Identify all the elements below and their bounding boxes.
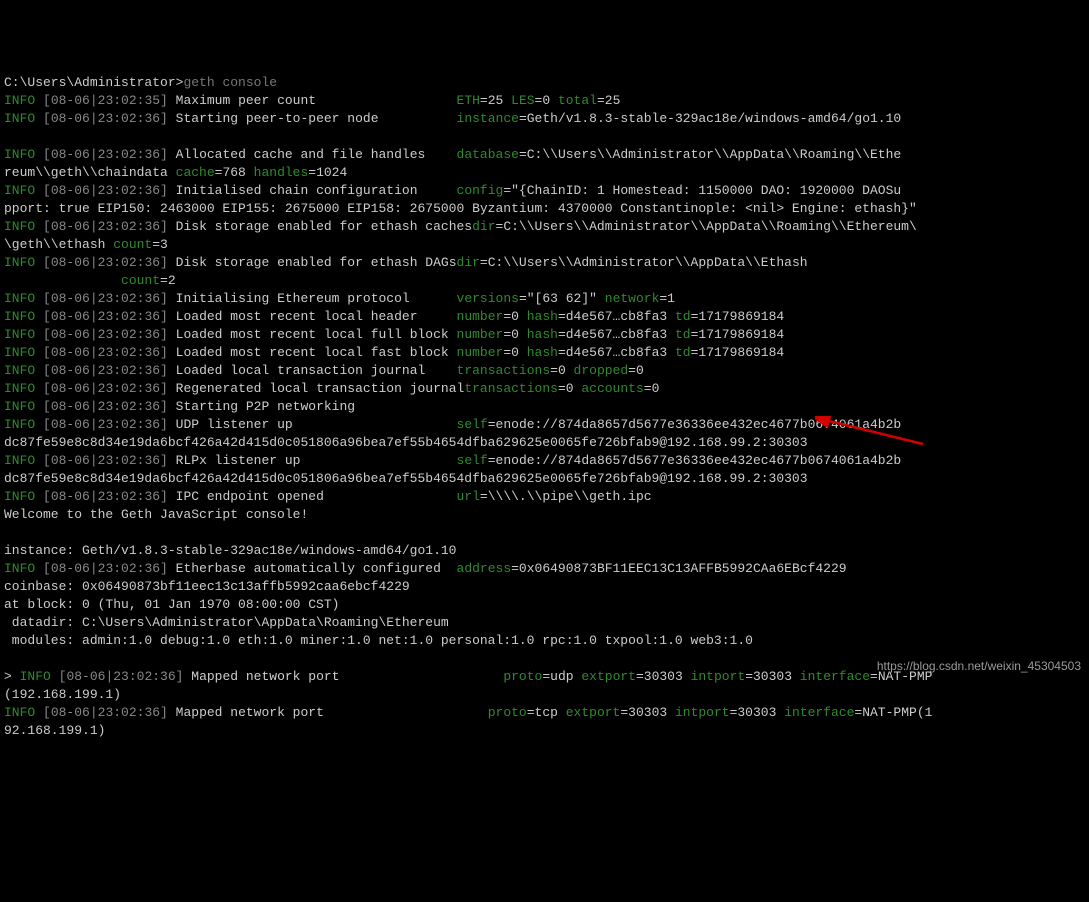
terminal-output[interactable]: C:\Users\Administrator>geth consoleINFO … xyxy=(4,74,1085,740)
watermark-text: https://blog.csdn.net/weixin_45304503 xyxy=(877,657,1081,675)
